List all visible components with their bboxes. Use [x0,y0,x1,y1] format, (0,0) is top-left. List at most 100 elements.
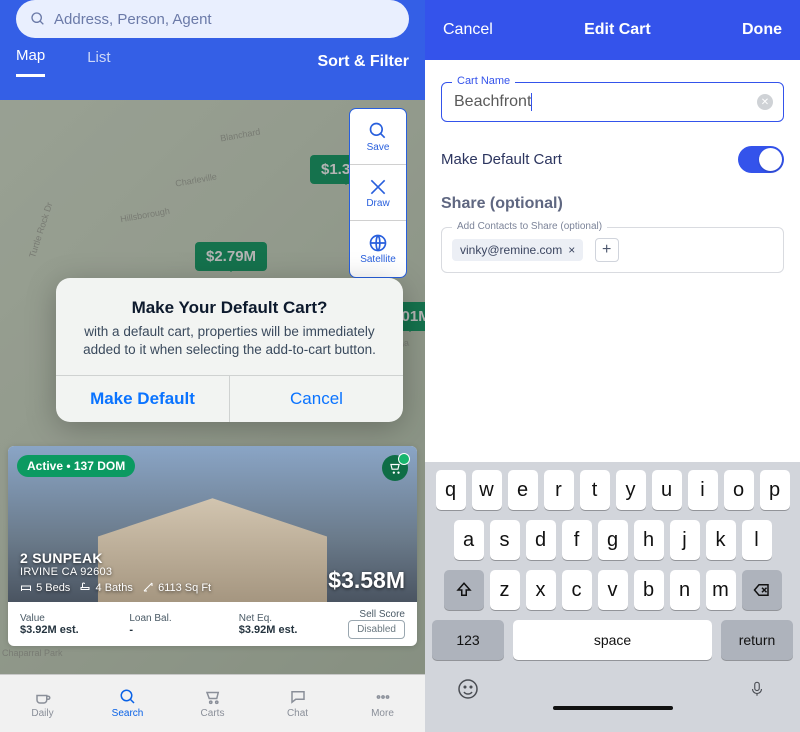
edit-cart-header: Cancel Edit Cart Done [425,0,800,60]
key-s[interactable]: s [490,520,520,560]
map-control-label: Save [367,142,390,153]
share-heading: Share (optional) [441,195,784,213]
key-j[interactable]: j [670,520,700,560]
chat-icon [287,688,309,706]
contact-chip: vinky@remine.com × [452,239,583,261]
key-r[interactable]: r [544,470,574,510]
map-control-save[interactable]: Save [350,109,406,165]
bed-icon [20,581,32,593]
sort-filter-button[interactable]: Sort & Filter [317,53,409,71]
key-l[interactable]: l [742,520,772,560]
map-controls: Save Draw Satellite [349,108,407,278]
backspace-key[interactable] [742,570,782,610]
property-price: $3.58M [328,567,405,594]
search-icon [30,11,46,27]
key-c[interactable]: c [562,570,592,610]
coffee-icon [32,688,54,706]
search-input[interactable]: Address, Person, Agent [16,0,409,38]
cart-name-field[interactable]: Cart Name Beachfront ✕ [441,82,784,122]
key-p[interactable]: p [760,470,790,510]
stat-label: Net Eq. [239,613,348,624]
key-k[interactable]: k [706,520,736,560]
key-h[interactable]: h [634,520,664,560]
bottom-nav: Daily Search Carts Chat More [0,674,425,732]
tab-map[interactable]: Map [16,47,45,77]
numbers-key[interactable]: 123 [432,620,504,660]
nav-daily[interactable]: Daily [0,675,85,732]
key-b[interactable]: b [634,570,664,610]
tab-list[interactable]: List [87,49,110,76]
key-m[interactable]: m [706,570,736,610]
shift-key[interactable] [444,570,484,610]
sell-score-pill: Disabled [348,620,405,639]
clear-input-button[interactable]: ✕ [757,94,773,110]
key-w[interactable]: w [472,470,502,510]
key-z[interactable]: z [490,570,520,610]
dialog-body-text: with a default cart, properties will be … [78,323,381,359]
map-control-label: Draw [366,198,389,209]
property-card[interactable]: Active • 137 DOM 2 SUNPEAK IRVINE CA 926… [8,446,417,646]
top-header: Address, Person, Agent Map List Sort & F… [0,0,425,100]
nav-more[interactable]: More [340,675,425,732]
key-v[interactable]: v [598,570,628,610]
map-control-draw[interactable]: Draw [350,165,406,221]
remove-contact-button[interactable]: × [568,243,575,257]
key-n[interactable]: n [670,570,700,610]
key-y[interactable]: y [616,470,646,510]
key-d[interactable]: d [526,520,556,560]
dictation-key[interactable] [744,676,770,702]
add-contact-button[interactable]: + [595,238,619,262]
ios-keyboard: qwertyuiop asdfghjkl zxcvbnm 123 space r… [425,462,800,732]
stat-label: Value [20,613,129,624]
return-key[interactable]: return [721,620,793,660]
key-e[interactable]: e [508,470,538,510]
make-default-button[interactable]: Make Default [56,376,230,422]
more-icon [372,688,394,706]
key-g[interactable]: g [598,520,628,560]
nav-chat[interactable]: Chat [255,675,340,732]
phone-edit-cart-screen: Cancel Edit Cart Done Cart Name Beachfro… [425,0,800,732]
cart-icon [202,688,224,706]
key-u[interactable]: u [652,470,682,510]
make-default-toggle[interactable] [738,146,784,173]
check-icon [398,453,410,465]
property-photo: Active • 137 DOM 2 SUNPEAK IRVINE CA 926… [8,446,417,602]
home-indicator [553,706,673,710]
emoji-key[interactable] [455,676,481,702]
key-a[interactable]: a [454,520,484,560]
search-icon [117,688,139,706]
property-stats-bar: Value$3.92M est. Loan Bal.- Net Eq.$3.92… [8,602,417,646]
share-contacts-field[interactable]: Add Contacts to Share (optional) vinky@r… [441,227,784,273]
key-o[interactable]: o [724,470,754,510]
cart-name-input[interactable]: Beachfront [454,93,531,110]
status-badge: Active • 137 DOM [17,455,135,477]
bath-icon [79,581,91,593]
property-address-line2: IRVINE CA 92603 [20,566,211,578]
add-to-cart-button[interactable] [382,455,408,481]
stat-value: $3.92M est. [20,624,129,636]
cancel-button[interactable]: Cancel [443,21,493,39]
map-control-satellite[interactable]: Satellite [350,221,406,277]
cancel-button[interactable]: Cancel [230,376,403,422]
stat-label: Sell Score [348,609,405,620]
stat-value: $3.92M est. [239,624,348,636]
key-f[interactable]: f [562,520,592,560]
contacts-legend: Add Contacts to Share (optional) [452,221,607,232]
draw-icon [368,177,388,197]
phone-map-screen: Turtle Rock Dr Hillsborough Blanchard Ch… [0,0,425,732]
space-key[interactable]: space [513,620,712,660]
nav-carts[interactable]: Carts [170,675,255,732]
key-q[interactable]: q [436,470,466,510]
done-button[interactable]: Done [742,21,782,39]
nav-search[interactable]: Search [85,675,170,732]
key-x[interactable]: x [526,570,556,610]
search-icon [368,121,388,141]
key-i[interactable]: i [688,470,718,510]
key-t[interactable]: t [580,470,610,510]
stat-value: - [129,624,238,636]
sqft-icon [142,581,154,593]
make-default-label: Make Default Cart [441,151,562,168]
property-address-line1: 2 SUNPEAK [20,550,211,566]
view-tabs: Map List Sort & Filter [16,38,409,86]
cart-name-legend: Cart Name [452,75,515,87]
